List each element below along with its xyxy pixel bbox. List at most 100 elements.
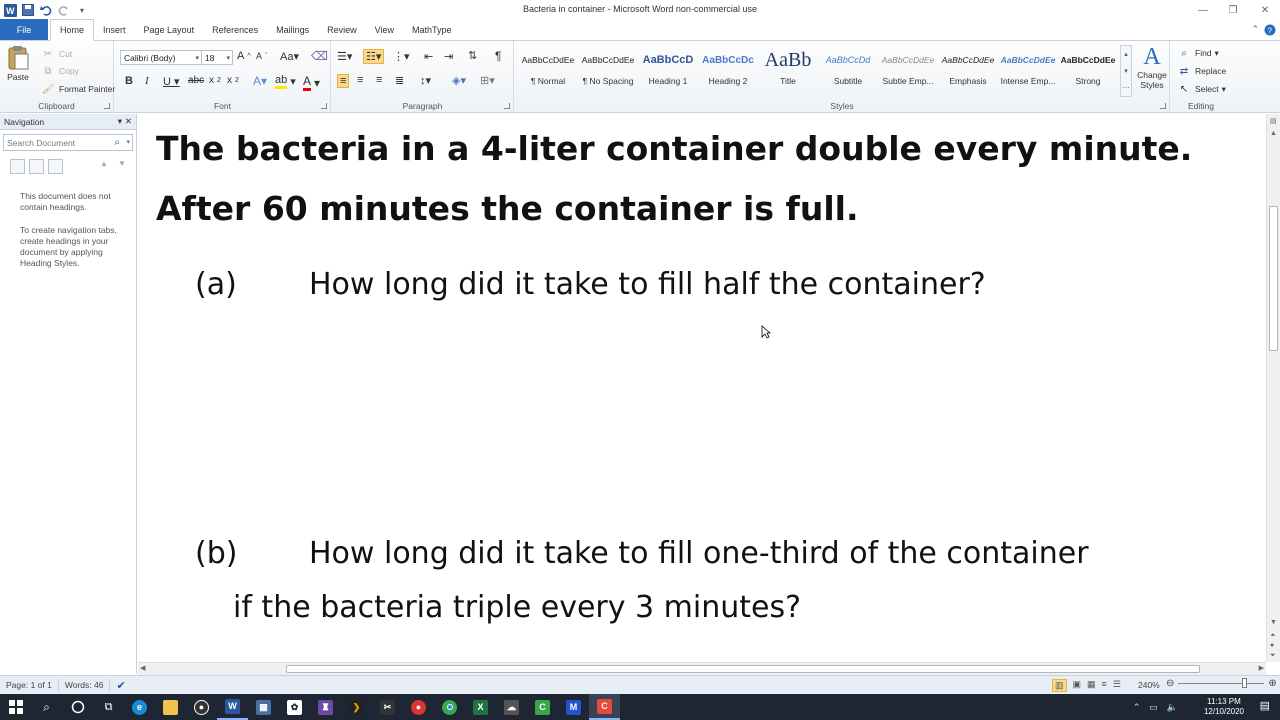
change-case-icon[interactable]: Aa▾ <box>280 50 299 63</box>
subscript-icon[interactable]: x2 <box>209 75 221 86</box>
app-icon-3[interactable]: ✂ <box>372 694 403 720</box>
styles-scroll[interactable]: ▴ ▾ ⋯ <box>1120 45 1132 97</box>
align-left-icon[interactable]: ≡ <box>337 74 350 88</box>
clear-formatting-icon[interactable]: ⌫ <box>311 49 328 63</box>
style-subtitle[interactable]: AaBbCcDd Subtitle <box>818 48 878 96</box>
file-explorer-icon[interactable] <box>155 694 186 720</box>
pane-options-icon[interactable]: ▾ <box>118 116 122 127</box>
align-right-icon[interactable]: ≡ <box>376 74 382 86</box>
style-heading-1[interactable]: AaBbCcD Heading 1 <box>638 48 698 96</box>
navigation-search[interactable]: Search Document ⌕ ▾ <box>3 134 133 151</box>
format-painter-button[interactable]: 🖌 Format Painter <box>40 81 116 97</box>
italic-icon[interactable]: I <box>145 75 149 87</box>
font-name-combo[interactable]: Calibri (Body) ▾ <box>120 50 202 65</box>
browse-headings-tab[interactable] <box>10 158 25 174</box>
word-count[interactable]: Words: 46 <box>59 678 111 692</box>
change-styles-button[interactable]: A Change Styles <box>1135 44 1169 90</box>
volume-icon[interactable]: 🔈 <box>1167 702 1178 713</box>
replace-button[interactable]: ⇄ Replace <box>1176 63 1226 79</box>
line-spacing-icon[interactable]: ↕▾ <box>420 74 431 87</box>
ruler-toggle-icon[interactable]: ▤ <box>1270 117 1277 125</box>
bullets-icon[interactable]: ☰▾ <box>337 50 352 63</box>
zoom-in-icon[interactable]: ⊕ <box>1268 678 1276 689</box>
superscript-icon[interactable]: x2 <box>227 75 239 86</box>
tab-references[interactable]: References <box>203 19 267 40</box>
vertical-scrollbar[interactable]: ▤ ▲ ▼ ⏶ ● ⏷ <box>1266 114 1280 662</box>
document-area[interactable]: The bacteria in a 4-liter container doub… <box>138 114 1266 662</box>
shading-icon[interactable]: ◈▾ <box>452 74 466 87</box>
full-screen-reading-icon[interactable]: ▣ <box>1073 679 1082 692</box>
browse-object-icon[interactable]: ● <box>1270 642 1274 649</box>
print-layout-icon[interactable]: ▥ <box>1052 679 1067 692</box>
chevron-down-icon[interactable]: ▾ <box>126 138 130 146</box>
text-effects-icon[interactable]: A▾ <box>253 74 267 88</box>
chrome-icon[interactable] <box>434 694 465 720</box>
close-button[interactable]: ✕ <box>1250 0 1280 20</box>
page-count[interactable]: Page: 1 of 1 <box>0 678 59 692</box>
tab-review[interactable]: Review <box>318 19 366 40</box>
multilevel-list-icon[interactable]: ⋮▾ <box>393 50 410 63</box>
clock[interactable]: 11:13 PM 12/10/2020 <box>1204 697 1244 717</box>
justify-icon[interactable]: ≣ <box>395 74 404 87</box>
show-hidden-icons[interactable]: ⌃ <box>1133 702 1141 713</box>
copy-button[interactable]: ⧉ Copy <box>40 63 78 79</box>
calculator-icon[interactable]: ▦ <box>248 694 279 720</box>
tab-view[interactable]: View <box>366 19 403 40</box>
tab-page-layout[interactable]: Page Layout <box>135 19 204 40</box>
select-button[interactable]: ↖ Select ▾ <box>1176 81 1226 97</box>
help-icon[interactable]: ? <box>1264 24 1276 38</box>
borders-icon[interactable]: ⊞▾ <box>480 74 495 87</box>
style-normal[interactable]: AaBbCcDdEe ¶ Normal <box>518 48 578 96</box>
next-page-icon[interactable]: ⏷ <box>1270 652 1276 660</box>
proofing-icon[interactable]: ✔ <box>110 679 131 692</box>
restore-button[interactable]: ❐ <box>1218 0 1248 20</box>
font-color-icon[interactable]: A ▾ <box>303 74 320 91</box>
tab-home[interactable]: Home <box>50 19 95 41</box>
style-intense-emphasis[interactable]: AaBbCcDdEe Intense Emp... <box>998 48 1058 96</box>
increase-indent-icon[interactable]: ⇥ <box>444 50 453 63</box>
scroll-right-icon[interactable]: ▶ <box>1259 664 1264 672</box>
outline-icon[interactable]: ≡ <box>1102 679 1107 692</box>
tab-insert[interactable]: Insert <box>94 19 135 40</box>
zoom-slider[interactable]: ⊖ ⊕ <box>1166 678 1277 689</box>
zoom-track[interactable] <box>1178 678 1265 688</box>
align-center-icon[interactable]: ≡ <box>357 74 363 86</box>
horizontal-scroll-thumb[interactable] <box>286 665 1200 673</box>
previous-heading-icon[interactable]: ▲ <box>100 159 108 168</box>
find-button[interactable]: ⌕ Find ▾ <box>1176 45 1219 61</box>
style-heading-2[interactable]: AaBbCcDc Heading 2 <box>698 48 758 96</box>
save-icon[interactable] <box>21 3 35 17</box>
cut-button[interactable]: ✂ Cut <box>40 46 72 62</box>
scroll-left-icon[interactable]: ◀ <box>140 664 145 672</box>
excel-icon[interactable]: X <box>465 694 496 720</box>
task-view-icon[interactable]: ⧉ <box>93 694 124 720</box>
show-formatting-icon[interactable]: ¶ <box>495 49 501 63</box>
undo-icon[interactable] <box>39 3 53 17</box>
app-icon-6[interactable]: M <box>558 694 589 720</box>
font-launcher-icon[interactable] <box>321 103 327 109</box>
cortana-icon[interactable] <box>62 694 93 720</box>
zoom-level[interactable]: 240% <box>1138 680 1160 690</box>
close-pane-icon[interactable]: ✕ <box>125 116 132 127</box>
zoom-thumb[interactable] <box>1242 678 1248 688</box>
paste-button[interactable]: Paste <box>6 45 30 82</box>
search-icon[interactable]: ⌕ <box>114 137 120 148</box>
decrease-indent-icon[interactable]: ⇤ <box>424 50 433 63</box>
style-emphasis[interactable]: AaBbCcDdEe Emphasis <box>938 48 998 96</box>
style-strong[interactable]: AaBbCcDdEe Strong <box>1058 48 1118 96</box>
search-icon[interactable]: ⌕ <box>31 694 62 720</box>
clipboard-launcher-icon[interactable] <box>104 103 110 109</box>
sort-icon[interactable]: ⇅ <box>468 49 477 62</box>
app-icon-1[interactable]: ✿ <box>279 694 310 720</box>
grow-font-icon[interactable]: A ^ <box>237 50 251 62</box>
minimize-ribbon-icon[interactable]: ⌃ <box>1251 24 1259 38</box>
vertical-scroll-thumb[interactable] <box>1269 206 1278 351</box>
app-icon-5[interactable]: ☁ <box>496 694 527 720</box>
notifications-icon[interactable]: ▤ <box>1260 699 1270 712</box>
start-button[interactable] <box>0 694 31 720</box>
maps-icon[interactable]: ● <box>186 694 217 720</box>
shrink-font-icon[interactable]: Aˇ <box>256 51 267 61</box>
web-layout-icon[interactable]: ▦ <box>1087 679 1096 692</box>
tab-mathtype[interactable]: MathType <box>403 19 461 40</box>
network-icon[interactable]: ▭ <box>1149 702 1158 713</box>
